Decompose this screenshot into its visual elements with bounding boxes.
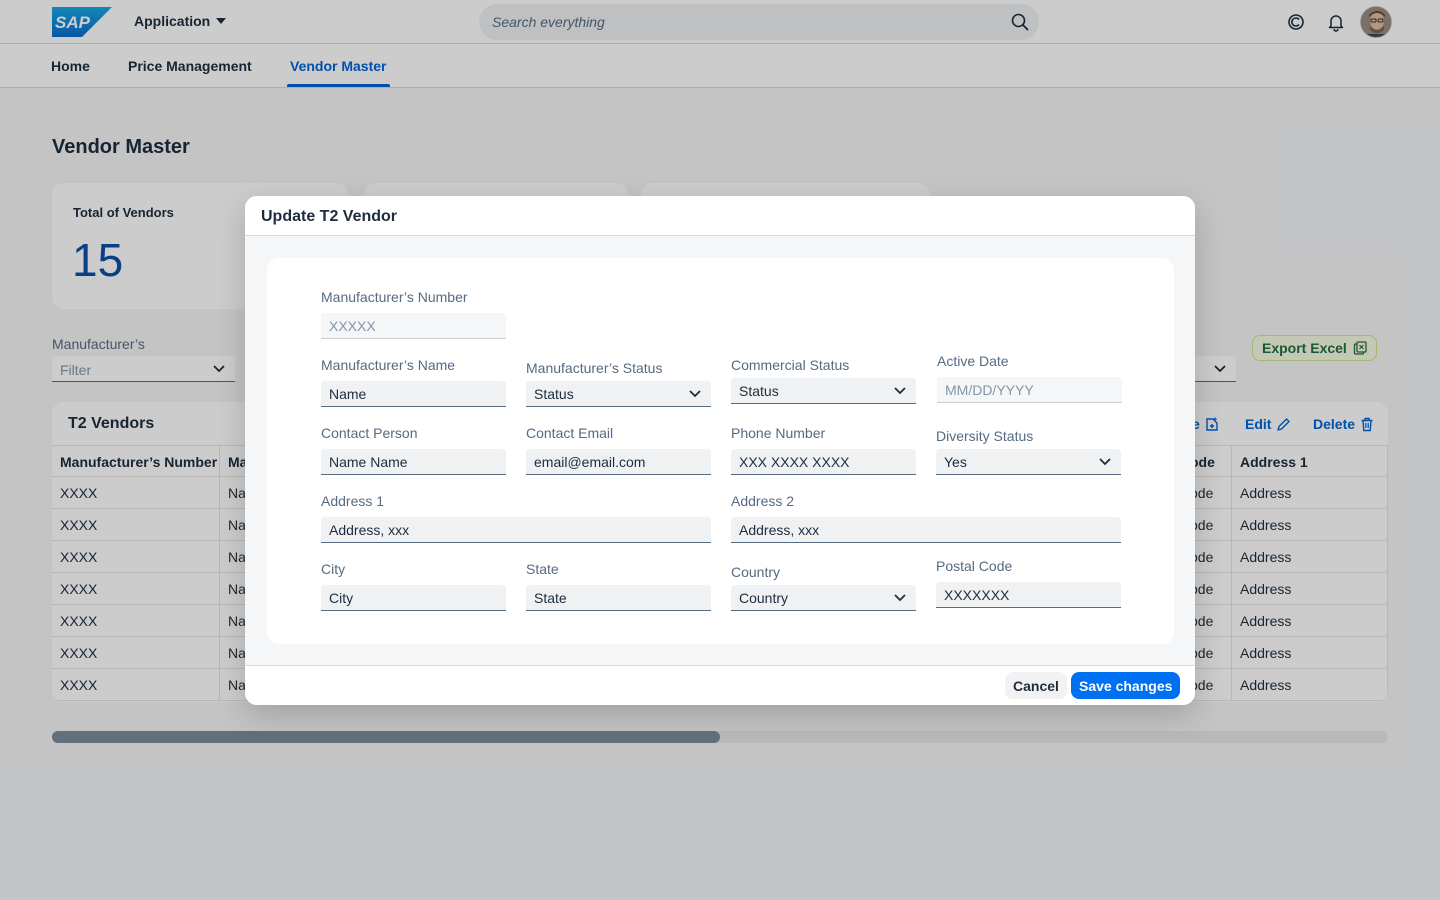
- country-select[interactable]: Country: [731, 585, 916, 611]
- diversity-status-value: Yes: [944, 454, 967, 470]
- address-2-label: Address 2: [731, 493, 795, 509]
- phone-number-field[interactable]: [731, 449, 916, 475]
- postal-code-label: Postal Code: [936, 558, 1013, 574]
- contact-email-label: Contact Email: [526, 425, 614, 441]
- manufacturer-name-field[interactable]: [321, 381, 506, 407]
- state-field[interactable]: [526, 585, 711, 611]
- phone-number-label: Phone Number: [731, 425, 826, 441]
- manufacturer-status-value: Status: [534, 386, 574, 402]
- manufacturer-status-label: Manufacturer’s Status: [526, 360, 663, 376]
- manufacturer-name-label: Manufacturer’s Name: [321, 357, 456, 373]
- dialog-title: Update T2 Vendor: [261, 208, 398, 225]
- city-label: City: [321, 561, 346, 577]
- active-date-label: Active Date: [937, 353, 1009, 369]
- save-changes-button[interactable]: Save changes: [1071, 672, 1181, 699]
- cancel-button[interactable]: Cancel: [1005, 672, 1067, 699]
- chevron-down-icon: [1099, 458, 1111, 466]
- active-date-field[interactable]: [937, 377, 1122, 403]
- address-1-label: Address 1: [321, 493, 385, 509]
- dialog-header: Update T2 Vendor: [245, 196, 1195, 236]
- city-field[interactable]: [321, 585, 506, 611]
- diversity-status-select[interactable]: Yes: [936, 449, 1121, 475]
- postal-code-field[interactable]: [936, 582, 1121, 608]
- chevron-down-icon: [894, 594, 906, 602]
- commercial-status-select[interactable]: Status: [731, 378, 916, 404]
- dialog-footer: Cancel Save changes: [245, 665, 1195, 705]
- manufacturer-number-label: Manufacturer’s Number: [321, 289, 468, 305]
- address-2-field[interactable]: [731, 517, 1121, 543]
- contact-person-field[interactable]: [321, 449, 506, 475]
- commercial-status-label: Commercial Status: [731, 357, 850, 373]
- contact-email-field[interactable]: [526, 449, 711, 475]
- country-label: Country: [731, 564, 781, 580]
- contact-person-label: Contact Person: [321, 425, 418, 441]
- dialog-form: Manufacturer’s Number Manufacturer’s Nam…: [267, 258, 1174, 644]
- country-value: Country: [739, 590, 789, 606]
- manufacturer-number-field[interactable]: [321, 313, 506, 339]
- chevron-down-icon: [689, 390, 701, 398]
- chevron-down-icon: [894, 387, 906, 395]
- manufacturer-status-select[interactable]: Status: [526, 381, 711, 407]
- update-vendor-dialog: Update T2 Vendor Manufacturer’s Number M…: [245, 196, 1195, 705]
- address-1-field[interactable]: [321, 517, 711, 543]
- commercial-status-value: Status: [739, 383, 779, 399]
- diversity-status-label: Diversity Status: [936, 428, 1034, 444]
- state-label: State: [526, 561, 559, 577]
